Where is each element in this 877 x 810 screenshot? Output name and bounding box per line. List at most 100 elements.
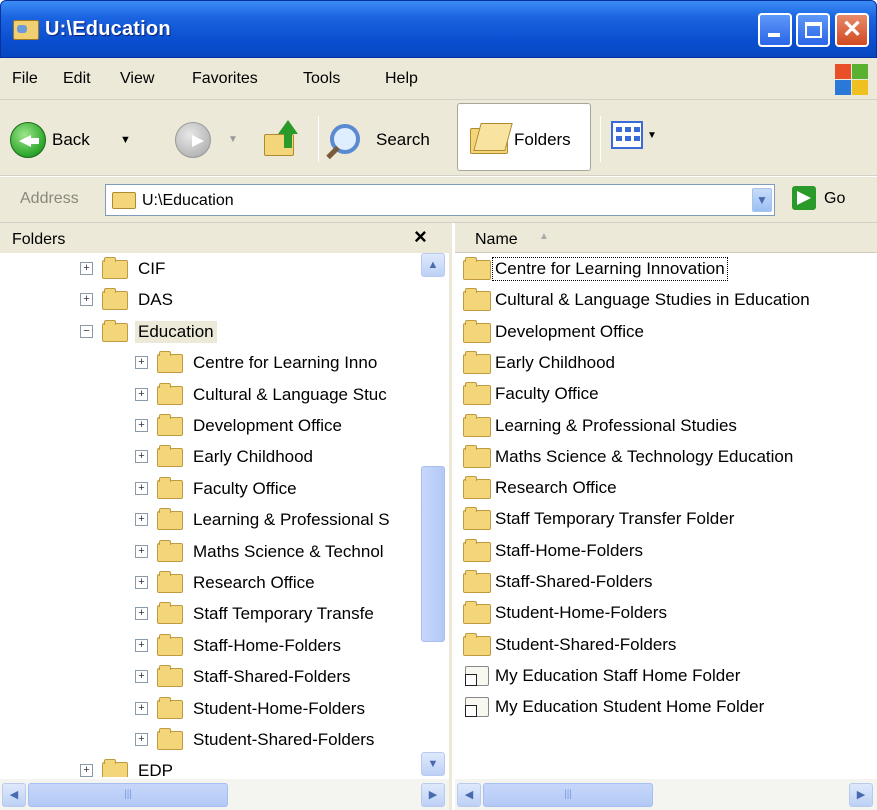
maximize-button[interactable] [796, 13, 830, 47]
tree-scroll-thumb[interactable] [421, 466, 445, 642]
go-button[interactable]: Go [824, 190, 845, 208]
expand-toggle-icon[interactable]: + [135, 544, 148, 558]
folder-window-icon [13, 20, 39, 40]
tree-hscroll-thumb[interactable]: ||| [28, 783, 228, 807]
folder-icon [463, 507, 491, 531]
views-button[interactable] [611, 121, 643, 149]
list-scroll-left-button[interactable]: ◀ [457, 783, 481, 807]
maximize-icon [805, 22, 822, 38]
folder-icon [102, 319, 128, 342]
folder-icon [157, 696, 183, 719]
tree-node-label: Staff-Shared-Folders [193, 667, 351, 687]
expand-toggle-icon[interactable]: + [80, 262, 93, 275]
expand-toggle-icon[interactable]: + [135, 670, 148, 684]
item-label: Student-Shared-Folders [495, 634, 677, 654]
expand-toggle-icon[interactable]: + [135, 576, 148, 589]
folder-icon [463, 632, 491, 656]
expand-toggle-icon[interactable]: + [135, 450, 148, 464]
folder-icon [157, 414, 183, 436]
forward-dropdown-icon[interactable]: ▼ [228, 134, 238, 145]
address-dropdown-button[interactable]: ▼ [752, 188, 772, 212]
name-column-label: Name [475, 231, 518, 248]
tree-node-label: Development Office [193, 416, 342, 435]
close-folders-pane-icon[interactable]: × [414, 224, 427, 250]
tree-scroll-up-button[interactable]: ▲ [421, 253, 445, 277]
expand-toggle-icon[interactable]: + [135, 481, 148, 495]
windows-logo-icon [833, 62, 869, 96]
expand-toggle-icon[interactable]: + [80, 293, 93, 307]
folder-icon [102, 257, 128, 279]
shortcut-icon [465, 665, 489, 686]
back-label: Back [52, 130, 90, 149]
list-scroll-right-button[interactable]: ▶ [849, 783, 873, 807]
window-title: U:\Education [45, 18, 171, 40]
file-list-pane: Name ▲ Centre for Learning Innovation Cul… [455, 223, 877, 810]
menu-edit[interactable]: Edit [63, 70, 91, 88]
tree-node-label: Maths Science & Technol [193, 541, 384, 561]
menu-favorites[interactable]: Favorites [192, 70, 258, 88]
tree-node-label: Student-Home-Folders [193, 698, 365, 718]
folder-icon [463, 288, 491, 312]
item-label: Maths Science & Technology Education [495, 446, 794, 466]
address-value: U:\Education [142, 192, 234, 209]
list-horizontal-scrollbar[interactable]: ◀ ||| ▶ [455, 779, 877, 810]
title-bar[interactable]: U:\Education ✕ [0, 0, 877, 58]
forward-button[interactable] [175, 122, 211, 158]
expand-toggle-icon[interactable]: + [135, 701, 148, 715]
folder-icon [112, 192, 136, 209]
expand-toggle-icon[interactable]: + [135, 638, 148, 652]
item-label: Student-Home-Folders [495, 603, 667, 623]
name-column-header[interactable]: Name ▲ [455, 223, 877, 253]
tree-node-label: Education [135, 320, 217, 343]
folder-icon [463, 413, 491, 437]
folders-pane-header: Folders × [0, 223, 449, 253]
list-hscroll-thumb[interactable]: ||| [483, 783, 653, 807]
item-label: My Education Student Home Folder [495, 697, 765, 717]
close-button[interactable]: ✕ [835, 13, 869, 47]
minimize-button[interactable] [758, 13, 792, 47]
menu-tools[interactable]: Tools [303, 70, 340, 88]
folder-icon [157, 476, 183, 499]
item-label: Faculty Office [495, 384, 599, 404]
folder-tree[interactable]: + CIF + DAS − Education + Centre for Learning I… [0, 253, 420, 777]
expand-toggle-icon[interactable]: + [135, 387, 148, 401]
expand-toggle-icon[interactable]: + [80, 764, 93, 777]
folder-icon [463, 444, 491, 468]
expand-toggle-icon[interactable]: + [135, 356, 148, 370]
folder-icon [157, 571, 183, 593]
minimize-icon [768, 33, 780, 37]
tree-node-label: Early Childhood [193, 447, 314, 467]
tree-horizontal-scrollbar[interactable]: ◀ ||| ▶ [0, 779, 449, 810]
folder-icon [463, 257, 491, 280]
folders-button[interactable]: Folders [457, 103, 591, 171]
folder-icon [157, 445, 183, 468]
menu-view[interactable]: View [120, 70, 154, 88]
item-label: Cultural & Language Studies in Education [495, 290, 810, 310]
expand-toggle-icon[interactable]: + [135, 733, 148, 746]
expand-toggle-icon[interactable]: − [80, 324, 93, 338]
tree-scroll-down-button[interactable]: ▼ [421, 752, 445, 776]
tree-scroll-right-button[interactable]: ▶ [421, 783, 445, 807]
folder-icon [463, 319, 491, 343]
folder-icon [102, 288, 128, 311]
menu-help[interactable]: Help [385, 70, 418, 88]
tree-scroll-left-button[interactable]: ◀ [2, 783, 26, 807]
item-label: Research Office [495, 478, 617, 498]
search-label: Search [376, 130, 430, 149]
go-arrow-icon[interactable] [792, 186, 816, 210]
views-dropdown-icon[interactable]: ▼ [647, 130, 657, 141]
expand-toggle-icon[interactable]: + [135, 419, 148, 432]
item-label: Learning & Professional Studies [495, 415, 737, 435]
sort-ascending-icon: ▲ [539, 231, 549, 242]
expand-toggle-icon[interactable]: + [135, 513, 148, 527]
item-label: Staff-Home-Folders [495, 540, 644, 560]
folder-icon [157, 382, 183, 405]
address-input[interactable]: U:\Education ▼ [105, 184, 775, 216]
item-label: Early Childhood [495, 352, 616, 372]
back-dropdown-icon[interactable]: ▼ [120, 134, 131, 146]
menu-file[interactable]: File [12, 70, 38, 88]
expand-toggle-icon[interactable]: + [135, 607, 148, 621]
folder-icon [157, 633, 183, 656]
up-folder-button[interactable] [262, 120, 304, 160]
back-arrow-icon [10, 122, 46, 158]
